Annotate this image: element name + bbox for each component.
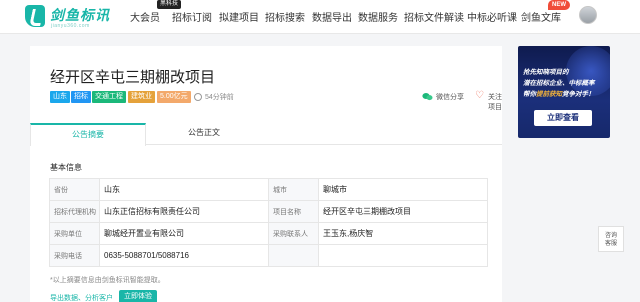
contact-label: 采购联系人 [268,222,319,245]
tag-type: 招标 [71,91,91,103]
phone-label: 采购电话 [49,244,100,267]
clock-icon [194,93,202,101]
project-name-value: 经开区辛屯三期棚改项目 [318,200,488,223]
nav-item-search[interactable]: 招标搜索 [265,9,305,24]
nav-item-export[interactable]: 数据导出 [312,9,352,24]
tag-sector: 建筑业 [128,91,155,103]
city-label: 城市 [268,178,319,201]
tag-industry: 交通工程 [92,91,126,103]
table-row: 采购单位 聊城经开置业有限公司 采购联系人 王玉东,杨庆智 [49,222,488,245]
tag-amount: 5.00亿元 [157,91,191,103]
city-value: 聊城市 [318,178,488,201]
tab-summary[interactable]: 公告摘要 [30,123,146,146]
empty-value [318,244,488,267]
agency-label: 招标代理机构 [49,200,100,223]
avatar[interactable] [579,6,597,24]
agency-value[interactable]: 山东正信招标有限责任公司 [99,200,269,223]
purchaser-value[interactable]: 聊城经开置业有限公司 [99,222,269,245]
brand-name[interactable]: 剑鱼标讯 [50,5,110,25]
top-navbar: 剑鱼标讯 jianyu360.com 大会员 招标订阅 黑科技 拟建项目 招标搜… [0,0,640,34]
basic-info-table: 省份 山东 城市 聊城市 招标代理机构 山东正信招标有限责任公司 项目名称 经开… [49,178,488,267]
project-name-label: 项目名称 [268,200,319,223]
follow-project-link[interactable]: 关注项目 [488,92,502,112]
phone-value: 0635-5088701/5088716 [99,244,269,267]
brand-domain: jianyu360.com [51,23,90,29]
content-tabs: 公告摘要 公告正文 [30,123,502,146]
table-row: 采购电话 0635-5088701/5088716 [49,244,488,267]
banner-line-2: 潜在招标企业、中标概率 [523,80,595,87]
nav-item-doc-interpret[interactable]: 招标文件解读 [404,9,464,24]
nav-item-member[interactable]: 大会员 [130,9,160,24]
nav-item-subscribe[interactable]: 招标订阅 [172,9,212,24]
export-data-link[interactable]: 导出数据、分析客户 [50,293,113,302]
nav-item-proposed-projects[interactable]: 拟建项目 [219,9,259,24]
nav-item-library[interactable]: 剑鱼文库 [521,9,561,24]
promo-banner[interactable]: 抢先知晓项目的 潜在招标企业、中标概率 帮你提前获知竞争对手！ 立即查看 [518,46,610,138]
publish-time: 54分钟前 [205,94,234,101]
banner-line-1: 抢先知晓项目的 [523,69,569,76]
banner-line-3-pre: 帮你 [523,91,536,98]
nav-item-course[interactable]: 中标必听课 [467,9,517,24]
nav-item-data-service[interactable]: 数据服务 [358,9,398,24]
view-now-button[interactable]: 立即查看 [534,110,592,126]
wechat-share-link[interactable]: 微信分享 [436,92,464,102]
section-title: 基本信息 [50,163,82,172]
banner-line-3: 帮你提前获知竞争对手！ [523,88,595,98]
tab-full-text[interactable]: 公告正文 [146,123,262,145]
customer-service-button[interactable]: 咨询 客服 [598,226,624,252]
extraction-footnote: *以上摘要信息由剑鱼标讯智能提取。 [50,277,165,284]
badge-black-tech: 黑科技 [157,0,182,9]
logo-icon[interactable] [25,5,45,27]
banner-line-3-post: 竞争对手！ [562,91,595,98]
wechat-icon[interactable] [422,92,433,101]
table-row: 省份 山东 城市 聊城市 [49,178,488,201]
table-row: 招标代理机构 山东正信招标有限责任公司 项目名称 经开区辛屯三期棚改项目 [49,200,488,223]
project-card: 经开区辛屯三期棚改项目 山东 招标 交通工程 建筑业 5.00亿元 54分钟前 … [30,46,502,302]
contact-value: 王玉东,杨庆智 [318,222,488,245]
try-now-button[interactable]: 立即体验 [119,290,157,302]
province-value: 山东 [99,178,269,201]
badge-new: NEW [548,0,570,10]
province-label: 省份 [49,178,100,201]
heart-icon[interactable]: ♡ [475,91,484,101]
page-title: 经开区辛屯三期棚改项目 [50,69,216,86]
customer-service-line-2: 客服 [604,241,617,247]
purchaser-label: 采购单位 [49,222,100,245]
tag-province: 山东 [50,91,70,103]
banner-line-3-highlight: 提前获知 [536,91,562,98]
empty-label [268,244,319,267]
customer-service-line-1: 咨询 [604,233,617,239]
